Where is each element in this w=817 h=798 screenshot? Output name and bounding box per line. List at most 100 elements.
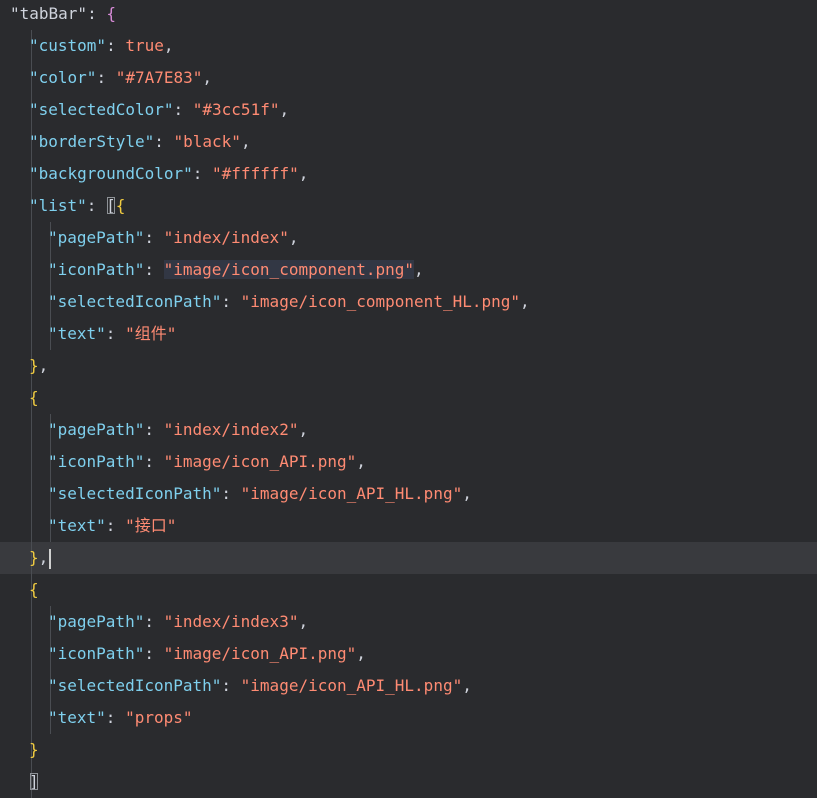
code-line[interactable]: "selectedColor": "#3cc51f", <box>0 94 817 126</box>
code-token: , <box>298 420 309 439</box>
code-line[interactable]: "borderStyle": "black", <box>0 126 817 158</box>
code-token: : <box>144 612 164 631</box>
code-line[interactable]: "text": "接口" <box>0 510 817 542</box>
code-line[interactable]: "iconPath": "image/icon_component.png", <box>0 254 817 286</box>
code-line[interactable]: } <box>0 734 817 766</box>
code-token: { <box>115 196 126 215</box>
code-token: : <box>87 4 107 23</box>
code-token: "borderStyle" <box>29 132 155 151</box>
code-token: : <box>173 100 193 119</box>
code-line[interactable]: "pagePath": "index/index", <box>0 222 817 254</box>
code-text: } <box>29 734 39 766</box>
indent-guide <box>31 446 32 478</box>
code-token: : <box>106 36 126 55</box>
code-token: "iconPath" <box>48 260 145 279</box>
code-token: "text" <box>48 516 106 535</box>
code-line[interactable]: "list": [{ <box>0 190 817 222</box>
code-line[interactable]: }, <box>0 350 817 382</box>
code-token: : <box>221 292 241 311</box>
code-line[interactable]: "color": "#7A7E83", <box>0 62 817 94</box>
code-text: "text": "props" <box>48 702 193 734</box>
indent-guide <box>31 638 32 670</box>
code-token: "image/icon_API.png" <box>163 452 357 471</box>
code-token: "text" <box>48 324 106 343</box>
code-token: "tabBar" <box>10 4 88 23</box>
code-text: "pagePath": "index/index3", <box>48 606 308 638</box>
code-line[interactable]: }, <box>0 542 817 574</box>
code-line[interactable]: "selectedIconPath": "image/icon_API_HL.p… <box>0 670 817 702</box>
code-token: , <box>298 164 309 183</box>
code-text: "backgroundColor": "#ffffff", <box>29 158 308 190</box>
code-line[interactable]: "text": "组件" <box>0 318 817 350</box>
code-line[interactable]: "pagePath": "index/index2", <box>0 414 817 446</box>
code-token: true <box>125 36 164 55</box>
indent-guide <box>31 222 32 254</box>
code-line[interactable]: "backgroundColor": "#ffffff", <box>0 158 817 190</box>
code-line[interactable]: "selectedIconPath": "image/icon_API_HL.p… <box>0 478 817 510</box>
code-text: "selectedColor": "#3cc51f", <box>29 94 289 126</box>
code-token: : <box>144 452 164 471</box>
code-token: : <box>96 68 116 87</box>
code-token: } <box>29 356 39 375</box>
code-token: , <box>298 612 309 631</box>
code-line[interactable]: { <box>0 574 817 606</box>
code-token: : <box>144 644 164 663</box>
code-text: "list": [{ <box>29 190 125 222</box>
code-editor[interactable]: "tabBar": {"custom": true, "color": "#7A7… <box>0 0 817 798</box>
indent-guide <box>31 318 32 350</box>
code-text: "iconPath": "image/icon_API.png", <box>48 446 366 478</box>
code-token: , <box>414 260 424 279</box>
code-text: "borderStyle": "black", <box>29 126 251 158</box>
code-token: "iconPath" <box>48 452 145 471</box>
code-line[interactable]: "iconPath": "image/icon_API.png", <box>0 638 817 670</box>
code-token: } <box>29 548 39 567</box>
code-line[interactable]: "iconPath": "image/icon_API.png", <box>0 446 817 478</box>
code-token: [ <box>106 196 116 215</box>
code-token: , <box>462 676 472 695</box>
code-token: "image/icon_API_HL.png" <box>240 484 463 503</box>
code-token: , <box>240 132 251 151</box>
code-token: "list" <box>29 196 87 215</box>
code-text: "text": "接口" <box>48 510 176 542</box>
code-token: { <box>29 580 39 599</box>
code-token: "black" <box>173 132 241 151</box>
code-token: , <box>288 228 299 247</box>
code-text: "color": "#7A7E83", <box>29 62 212 94</box>
code-line[interactable]: "pagePath": "index/index3", <box>0 606 817 638</box>
code-token: : <box>154 132 174 151</box>
code-text: { <box>29 382 39 414</box>
code-token: "pagePath" <box>48 228 145 247</box>
code-token: "image/icon_API_HL.png" <box>240 676 463 695</box>
code-line[interactable]: "selectedIconPath": "image/icon_componen… <box>0 286 817 318</box>
indent-guide <box>31 254 32 286</box>
code-text: "text": "组件" <box>48 318 176 350</box>
code-token: "组件" <box>125 324 177 343</box>
indent-guide <box>31 286 32 318</box>
code-text: ] <box>29 766 39 798</box>
code-line[interactable]: "custom": true, <box>0 30 817 62</box>
code-token: "#3cc51f" <box>192 100 280 119</box>
code-line[interactable]: { <box>0 382 817 414</box>
code-token: "image/icon_API.png" <box>163 644 357 663</box>
code-text: }, <box>29 350 48 382</box>
code-token: } <box>29 740 39 759</box>
code-token: "selectedIconPath" <box>48 484 222 503</box>
code-text: "iconPath": "image/icon_component.png", <box>48 254 424 286</box>
code-line[interactable]: ] <box>0 766 817 798</box>
code-text: "pagePath": "index/index", <box>48 222 298 254</box>
code-token: "selectedIconPath" <box>48 676 222 695</box>
code-token: : <box>105 324 126 343</box>
code-token: , <box>38 356 49 375</box>
code-token: : <box>105 516 126 535</box>
code-line[interactable]: "tabBar": { <box>0 0 817 30</box>
code-token: "image/icon_component_HL.png" <box>240 292 521 311</box>
code-token: : <box>221 676 241 695</box>
code-text: "custom": true, <box>29 30 174 62</box>
code-text: { <box>29 574 39 606</box>
code-line[interactable]: "text": "props" <box>0 702 817 734</box>
code-token: "pagePath" <box>48 612 145 631</box>
code-token: "selectedIconPath" <box>48 292 222 311</box>
code-token: "backgroundColor" <box>29 164 193 183</box>
code-token: , <box>202 68 213 87</box>
indent-guide <box>31 670 32 702</box>
